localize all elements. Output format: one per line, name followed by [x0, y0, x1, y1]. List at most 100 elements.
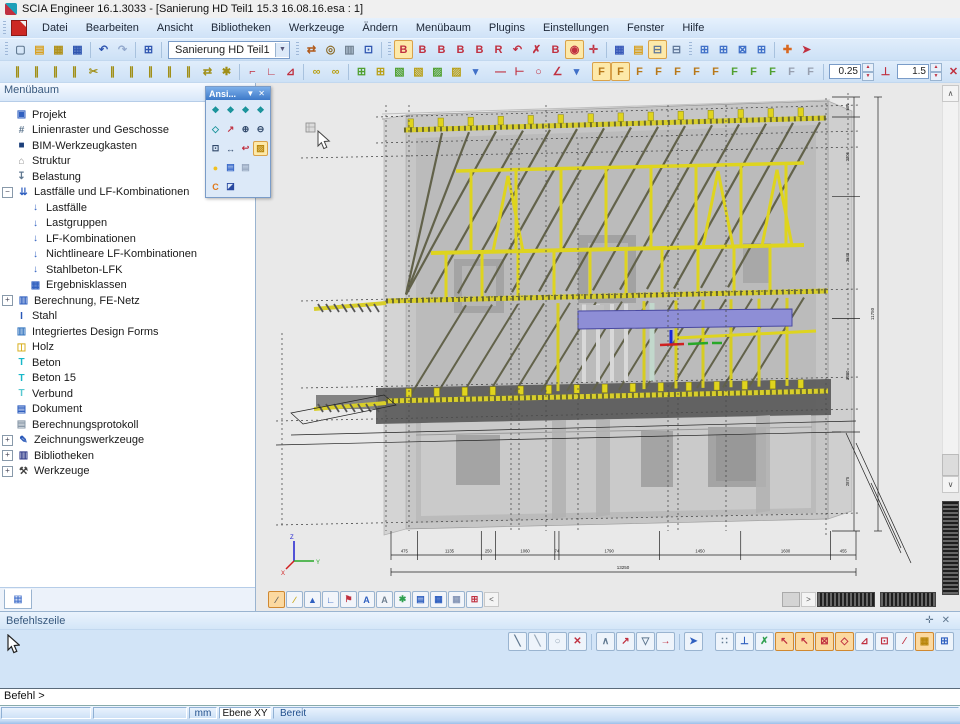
clipping-box-icon[interactable]: ▤ — [223, 160, 238, 175]
tree-item-holz[interactable]: ◫Holz — [0, 340, 255, 356]
menu-item-menubaum[interactable]: Menübaum — [407, 20, 480, 36]
clipping-box2-icon[interactable]: ▤ — [238, 160, 253, 175]
zoom-in-icon[interactable]: ⊕ — [238, 122, 253, 137]
toolbar-grip[interactable] — [689, 42, 692, 57]
label-style-6-icon[interactable]: F — [687, 62, 706, 81]
clipboard-c-icon[interactable]: C — [208, 179, 223, 194]
lightbulb-icon[interactable]: ● — [208, 160, 223, 175]
viewport-3d[interactable]: 4751135250106074179014501600455 58123063… — [256, 83, 960, 611]
display-sets-icon[interactable]: ▦ — [610, 40, 629, 59]
label-style-2-icon[interactable]: F — [611, 62, 630, 81]
label-style-5-icon[interactable]: F — [668, 62, 687, 81]
status-plane[interactable]: Ebene XY — [219, 707, 271, 719]
close-windows-icon[interactable]: ⊞ — [752, 40, 771, 59]
horizontal-scroll-thumb[interactable] — [782, 592, 800, 607]
disconnect-members-icon[interactable]: ∟ — [262, 62, 281, 81]
storeys-icon[interactable]: ▥ — [340, 40, 359, 59]
ansicht-close-icon[interactable]: ✕ — [256, 89, 267, 98]
cursor-snap-settings-icon[interactable]: ➤ — [684, 632, 703, 651]
activity-beams-icon[interactable]: B — [394, 40, 413, 59]
show-volumes-icon[interactable]: ▲ — [304, 591, 321, 608]
align-member-icon[interactable]: ∥ — [160, 62, 179, 81]
vertical-resize-bar[interactable] — [942, 501, 959, 595]
reset-scale-icon[interactable]: ✕ — [944, 62, 960, 81]
activity-center-icon[interactable]: ✛ — [584, 40, 603, 59]
cross-link2-icon[interactable]: ∞ — [326, 62, 345, 81]
tile-windows-icon[interactable]: ⊞ — [714, 40, 733, 59]
node-labels-icon[interactable]: A — [376, 591, 393, 608]
snap-line-icon[interactable]: ╲ — [508, 632, 527, 651]
load-display-spinner-value[interactable]: 1.5 — [897, 64, 929, 79]
visibility-filter-off-icon[interactable]: ⊟ — [667, 40, 686, 59]
document-preview-icon[interactable]: ◎ — [321, 40, 340, 59]
label-style-4-icon[interactable]: F — [649, 62, 668, 81]
draw-dimension-icon[interactable]: ⊢ — [510, 62, 529, 81]
member-info-icon[interactable]: ⊡ — [359, 40, 378, 59]
activity-loads-icon[interactable]: ↶ — [508, 40, 527, 59]
activity-slabs-icon[interactable]: B — [432, 40, 451, 59]
menu-item-einstellungen[interactable]: Einstellungen — [534, 20, 618, 36]
mesh-icon[interactable]: ⊞ — [352, 62, 371, 81]
snap-length-icon[interactable]: ∕ — [895, 632, 914, 651]
rotate-member-icon[interactable]: ∥ — [46, 62, 65, 81]
grid-settings-icon[interactable]: ⊞ — [466, 591, 483, 608]
tree-item-integriertes-design-forms[interactable]: ▥Integriertes Design Forms — [0, 324, 255, 340]
props-paste-icon[interactable]: ▨ — [447, 62, 466, 81]
zoom-selection-icon[interactable]: ↩ — [238, 141, 253, 156]
mesh-refine-icon[interactable]: ⊞ — [371, 62, 390, 81]
toolbar-grip[interactable] — [296, 42, 299, 57]
extend-member-icon[interactable]: ∥ — [103, 62, 122, 81]
draw-circle-icon[interactable]: ○ — [529, 62, 548, 81]
tree-item-lastfalle[interactable]: ↓Lastfälle — [0, 200, 255, 216]
more-draw-chevron[interactable]: ▾ — [567, 62, 586, 81]
scale-factor-spinner-down-icon[interactable]: ▼ — [862, 72, 874, 81]
tree-item-beton[interactable]: TBeton — [0, 355, 255, 371]
activity-nodes-icon[interactable]: B — [546, 40, 565, 59]
new-document-icon[interactable]: ▢ — [11, 40, 30, 59]
snap-endpoint-icon[interactable]: ↖ — [775, 632, 794, 651]
menu-item-fenster[interactable]: Fenster — [618, 20, 673, 36]
save-icon[interactable]: ▦ — [68, 40, 87, 59]
copy-attributes-icon[interactable]: ▧ — [390, 62, 409, 81]
snap-tangent-icon[interactable]: ⊿ — [855, 632, 874, 651]
tree-item-bibliotheken[interactable]: +▥Bibliotheken — [0, 448, 255, 464]
pin-icon[interactable]: ✛ — [921, 615, 937, 626]
menu-item-datei[interactable]: Datei — [33, 20, 77, 36]
tree-item-stahlbeton-lfk[interactable]: ↓Stahlbeton-LFK — [0, 262, 255, 278]
divide-member-icon[interactable]: ∥ — [122, 62, 141, 81]
view-side-icon[interactable]: ❖ — [238, 103, 253, 118]
snap-segment-icon[interactable]: ╲ — [528, 632, 547, 651]
view-top-icon[interactable]: ❖ — [253, 103, 268, 118]
show-labels-icon[interactable]: ⚑ — [340, 591, 357, 608]
label-style-8-icon[interactable]: F — [725, 62, 744, 81]
visibility-filter-on-icon[interactable]: ⊟ — [648, 40, 667, 59]
scroll-up-button[interactable]: ∧ — [942, 85, 959, 102]
view-parameters2-icon[interactable]: ▦ — [448, 591, 465, 608]
ansicht-titlebar[interactable]: Ansi... ▼ ✕ — [206, 87, 270, 100]
menu-item-plugins[interactable]: Plugins — [480, 20, 534, 36]
scroll-down-button[interactable]: ∨ — [942, 476, 959, 493]
line-grid-icon[interactable]: ⊥ — [735, 632, 754, 651]
window-layout-icon[interactable]: ⊞ — [139, 40, 158, 59]
check-structure-icon[interactable]: ⊿ — [281, 62, 300, 81]
cascade-windows-icon[interactable]: ⊠ — [733, 40, 752, 59]
tree-expand-minus-icon[interactable]: − — [2, 187, 13, 198]
view-cube-icon[interactable]: ◪ — [223, 179, 238, 194]
project-dropdown-arrow-icon[interactable]: ▼ — [275, 43, 289, 57]
save-all-icon[interactable]: ▦ — [49, 40, 68, 59]
tree-item-zeichnungswerkzeuge[interactable]: +✎Zeichnungswerkzeuge — [0, 433, 255, 449]
trim-member-icon[interactable]: ✂ — [84, 62, 103, 81]
snap-filter-icon[interactable]: ▽ — [636, 632, 655, 651]
snap-percentage-icon[interactable]: ⊡ — [875, 632, 894, 651]
move-member-icon[interactable]: ∥ — [8, 62, 27, 81]
tree-expand-plus-icon[interactable]: + — [2, 450, 13, 461]
member-labels-icon[interactable]: A — [358, 591, 375, 608]
snap-midpoint-icon[interactable]: ↖ — [795, 632, 814, 651]
activity-supports-icon[interactable]: R — [489, 40, 508, 59]
load-display-spinner-up-icon[interactable]: ▲ — [930, 63, 942, 72]
apply-scale-icon[interactable]: ⊥ — [876, 62, 895, 81]
scale-member-icon[interactable]: ⇄ — [198, 62, 217, 81]
snap-delete-icon[interactable]: ✕ — [568, 632, 587, 651]
menu-item-werkzeuge[interactable]: Werkzeuge — [280, 20, 353, 36]
tree-item-lf-kombinationen[interactable]: ↓LF-Kombinationen — [0, 231, 255, 247]
